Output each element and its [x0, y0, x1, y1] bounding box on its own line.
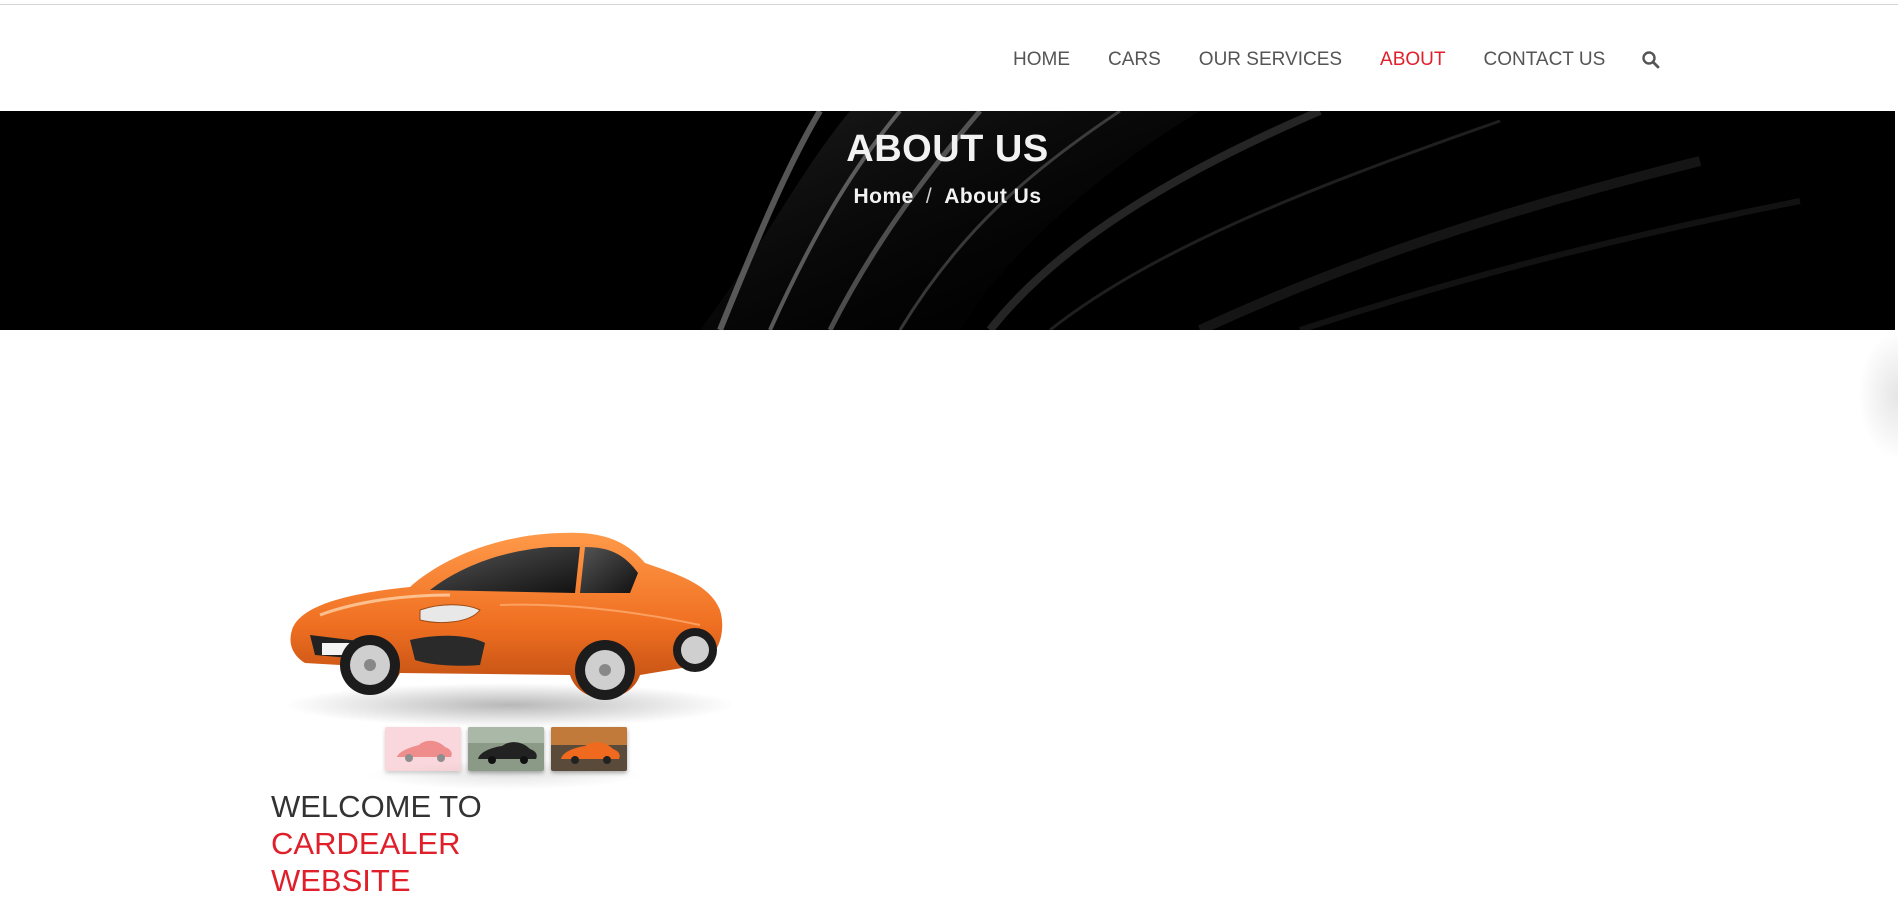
breadcrumb-separator: / [925, 185, 933, 208]
search-icon[interactable] [1641, 50, 1661, 70]
breadcrumb-current: About Us [944, 185, 1042, 208]
nav-contact-us[interactable]: CONTACT US [1484, 49, 1606, 71]
welcome-line-3: WEBSITE [271, 863, 411, 898]
thumbnail-orange-car[interactable] [551, 727, 627, 771]
hero-thumbnails [385, 727, 634, 771]
side-tab-shadow [1858, 330, 1898, 460]
page-title: ABOUT US [846, 128, 1049, 170]
welcome-line-1: WELCOME TO [271, 789, 482, 824]
nav-about[interactable]: ABOUT [1380, 49, 1445, 71]
welcome-line-2: CARDEALER [271, 826, 461, 861]
welcome-heading: WELCOME TO CARDEALER WEBSITE [271, 788, 482, 899]
thumbnail-red-car[interactable] [385, 727, 461, 771]
breadcrumb: Home / About Us [0, 185, 1895, 209]
nav-cars[interactable]: CARS [1108, 49, 1161, 71]
hero-car-image [280, 515, 740, 730]
main-nav: HOME CARS OUR SERVICES ABOUT CONTACT US [1013, 49, 1661, 71]
thumbnail-black-car[interactable] [468, 727, 544, 771]
nav-our-services[interactable]: OUR SERVICES [1199, 49, 1342, 71]
nav-home[interactable]: HOME [1013, 49, 1070, 71]
page-banner: ABOUT US Home / About Us [0, 111, 1895, 330]
breadcrumb-home[interactable]: Home [853, 185, 913, 208]
site-header: HOME CARS OUR SERVICES ABOUT CONTACT US [0, 5, 1898, 111]
